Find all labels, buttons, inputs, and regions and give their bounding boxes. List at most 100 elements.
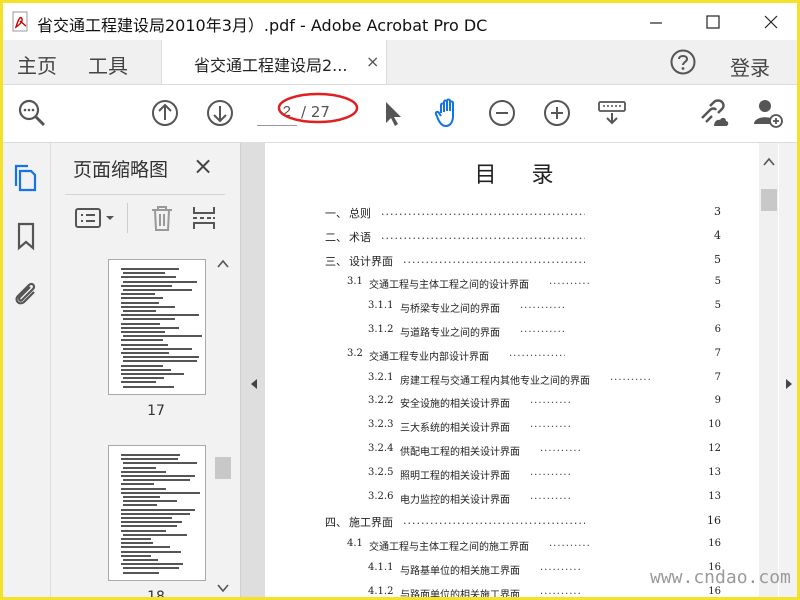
toc-entry-number: 3.2.5	[368, 466, 394, 478]
panel-close-button[interactable]: ×	[193, 152, 213, 180]
toc-entry[interactable]: 3.2.4 供配电工程的相关设计界面.......................…	[265, 443, 777, 463]
search-icon[interactable]	[15, 96, 49, 130]
toc-entry-label: 交通工程专业内部设计界面	[369, 351, 489, 363]
toc-entry[interactable]: 3.1.2 与道路专业之间的界面.........................…	[265, 324, 777, 344]
document-page: 目 录 一、 总则................................…	[265, 143, 777, 597]
toc-entry[interactable]: 3.2.3 三大系统的相关设计界面........................…	[265, 419, 777, 439]
toc-entry-number: 3.1	[347, 276, 363, 288]
thumbnail-text-line	[121, 554, 152, 557]
tab-tools[interactable]: 工具	[88, 50, 128, 79]
thumbnail-text-line	[121, 293, 155, 296]
document-scroll-thumb[interactable]	[761, 189, 777, 211]
help-icon[interactable]	[669, 48, 697, 76]
panel-scrollbar[interactable]	[213, 255, 233, 597]
trash-icon[interactable]	[147, 203, 177, 233]
toc-leader-dots: ........................................…	[381, 228, 585, 242]
zoom-out-icon[interactable]	[485, 96, 519, 130]
login-link[interactable]: 登录	[730, 52, 770, 81]
thumbnail-text-line	[123, 479, 190, 482]
thumbnail-text-line	[123, 504, 158, 507]
thumbnail-text-line	[123, 272, 166, 275]
toc-title: 目 录	[474, 163, 568, 188]
thumbnail-text-line	[121, 305, 176, 308]
toc-entry-label: 照明工程的相关设计界面	[400, 470, 510, 482]
collapse-left-panel-icon[interactable]	[249, 378, 259, 390]
scroll-down-icon[interactable]	[203, 96, 237, 130]
toc-entry[interactable]: 四、 施工界面..................................…	[265, 514, 777, 534]
scroll-down-arrow-icon[interactable]	[217, 583, 229, 593]
toc-entry-number: 4.1.1	[368, 562, 394, 573]
hand-tool-icon[interactable]	[431, 96, 465, 130]
toc-entry-label: 术语	[349, 230, 371, 244]
thumbnail-text-line	[121, 297, 163, 300]
thumbnail-text-line	[123, 347, 192, 350]
toc-entry[interactable]: 三、 设计界面..................................…	[265, 253, 777, 273]
thumbnail-page-number: 17	[147, 403, 165, 419]
add-user-icon[interactable]	[751, 96, 785, 130]
tab-home[interactable]: 主页	[17, 50, 57, 79]
watermark: www.cndao.com	[650, 567, 791, 588]
toc-entry[interactable]: 3.1 交通工程与主体工程之间的设计界面.....................…	[265, 276, 777, 296]
toc-entry-label: 交通工程与主体工程之间的设计界面	[369, 280, 529, 292]
toc-entry[interactable]: 3.1.1 与桥梁专业之间的界面.........................…	[265, 300, 777, 320]
toc-entry[interactable]: 一、 总则....................................…	[265, 205, 777, 225]
toc-leader-dots: ........................................…	[403, 252, 585, 266]
toc-entry-label: 设计界面	[349, 254, 393, 268]
thumbnail-text-line	[123, 280, 197, 283]
toc-leader-dots: ........................................…	[610, 371, 650, 383]
thumbnail-text-line	[121, 454, 180, 456]
thumbnail-text-line	[121, 373, 184, 375]
toc-entry[interactable]: 3.2.2 安全设施的相关设计界面........................…	[265, 395, 777, 415]
toc-entry-page: 12	[708, 443, 721, 454]
toc-entry-page: 16	[707, 514, 721, 528]
toc-entry[interactable]: 3.2.1 房建工程与交通工程内其他专业之间的界面................…	[265, 372, 777, 392]
attachment-icon[interactable]	[11, 278, 41, 308]
extract-icon[interactable]	[189, 203, 219, 233]
thumbnail-text-line	[121, 339, 163, 342]
panel-scroll-thumb[interactable]	[215, 457, 231, 479]
toc-entry-page: 13	[708, 466, 721, 478]
tab-document[interactable]: 省交通工程建设局2... ×	[161, 40, 387, 84]
title-bar: 省交通工程建设局2010年3月）.pdf - Adobe Acrobat Pro…	[3, 3, 797, 40]
select-cursor-icon[interactable]	[375, 96, 409, 130]
toc-entry-page: 5	[714, 300, 721, 312]
thumbnail-text-line	[123, 335, 203, 338]
document-tab-label: 省交通工程建设局2...	[194, 56, 348, 75]
minimize-icon[interactable]	[636, 7, 676, 37]
toc-entry[interactable]: 3.2 交通工程专业内部设计界面.........................…	[265, 348, 777, 368]
thumbnail-page[interactable]	[108, 259, 206, 395]
toc-entry[interactable]: 4.1 交通工程与主体工程之间的施工界面.....................…	[265, 538, 777, 558]
keyboard-icon[interactable]	[595, 96, 629, 130]
toc-leader-dots: ........................................…	[540, 585, 580, 597]
thumbnail-text-line	[121, 343, 168, 346]
thumbnail-text-line	[121, 508, 196, 511]
toc-entry-page: 5	[714, 276, 721, 288]
bookmark-icon[interactable]	[11, 221, 41, 251]
document-scrollbar[interactable]	[759, 143, 778, 597]
toc-entry[interactable]: 3.2.5 照明工程的相关设计界面........................…	[265, 467, 777, 487]
scroll-up-arrow-icon[interactable]	[763, 157, 775, 167]
toc-entry-page: 16	[708, 538, 721, 550]
toc-leader-dots: ........................................…	[549, 538, 589, 550]
expand-right-pane-icon[interactable]	[784, 378, 794, 390]
toc-entry-page: 5	[714, 252, 721, 266]
document-tab-close-button[interactable]: ×	[366, 52, 379, 71]
thumbnail-text-line	[123, 318, 176, 321]
maximize-icon[interactable]	[693, 7, 733, 37]
toc-leader-dots: ........................................…	[530, 466, 570, 478]
close-icon[interactable]	[751, 7, 791, 37]
thumbnail-page[interactable]	[108, 445, 206, 581]
document-area: 目 录 一、 总则................................…	[241, 143, 778, 597]
share-link-icon[interactable]	[696, 96, 730, 130]
options-menu-icon[interactable]	[73, 203, 123, 233]
scroll-up-arrow-icon[interactable]	[217, 259, 229, 269]
page-number-input[interactable]	[257, 98, 297, 126]
toc-entry-label: 电力监控的相关设计界面	[400, 494, 510, 506]
thumbnail-text-line	[121, 314, 200, 317]
zoom-in-icon[interactable]	[540, 96, 574, 130]
toc-entry-number: 3.1.1	[368, 300, 394, 312]
toc-entry[interactable]: 3.2.6 电力监控的相关设计界面........................…	[265, 491, 777, 511]
scroll-up-icon[interactable]	[148, 96, 182, 130]
thumbnails-icon[interactable]	[11, 163, 41, 193]
toc-entry[interactable]: 二、 术语....................................…	[265, 229, 777, 249]
